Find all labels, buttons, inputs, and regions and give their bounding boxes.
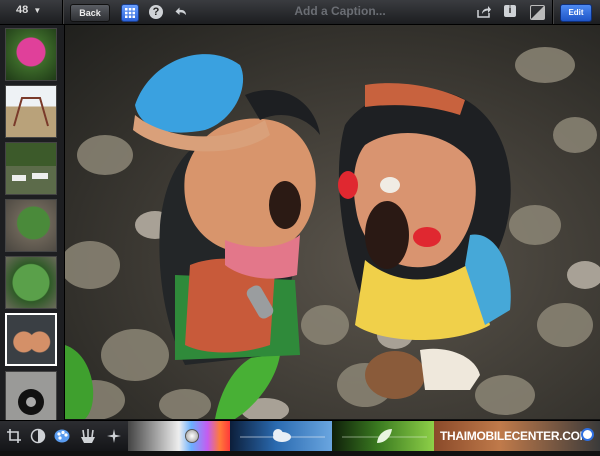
bottom-toolbar: THAIMOBILECENTER.COM <box>0 420 600 451</box>
leaf-icon <box>342 429 427 443</box>
effects-icon[interactable] <box>106 428 122 444</box>
share-icon[interactable] <box>476 4 492 20</box>
photo-count-label: 48 <box>16 4 29 16</box>
caption-field[interactable]: Add a Caption... <box>240 4 440 18</box>
brushes-icon[interactable] <box>80 428 96 444</box>
help-icon[interactable]: ? <box>149 5 163 19</box>
thumbnail-sidebar <box>0 25 65 425</box>
info-icon[interactable]: i <box>504 5 516 17</box>
saturation-slider[interactable] <box>128 421 230 451</box>
exposure-icon[interactable] <box>30 428 46 444</box>
thumbnail-green-plant[interactable] <box>5 199 57 252</box>
slider-thumb[interactable] <box>185 429 199 443</box>
undo-icon[interactable] <box>174 4 190 20</box>
edit-button[interactable]: Edit <box>560 4 592 22</box>
thumbnail-pink-flower[interactable] <box>5 28 57 81</box>
main-photo[interactable] <box>65 25 600 419</box>
thumbnail-wheel-sculpture[interactable] <box>5 371 57 424</box>
chevron-down-icon: ▼ <box>33 6 42 15</box>
color-icon[interactable] <box>54 428 70 444</box>
photo-count-button[interactable]: 48 ▼ <box>16 4 41 16</box>
sky-slider[interactable] <box>230 421 332 451</box>
watermark-text: THAIMOBILECENTER.COM <box>440 429 590 443</box>
divider <box>62 0 63 24</box>
divider <box>552 0 553 24</box>
cloud-icon <box>240 429 325 442</box>
thumbnail-palm-plant[interactable] <box>5 256 57 309</box>
back-button[interactable]: Back <box>70 4 110 22</box>
compare-icon[interactable] <box>530 5 545 20</box>
watermark-logo-icon <box>581 428 594 441</box>
top-toolbar: 48 ▼ Back ? Add a Caption... i Edit <box>0 0 600 25</box>
thumbnail-doll-figurines[interactable] <box>5 313 57 366</box>
foliage-slider[interactable] <box>332 421 434 451</box>
thumbnail-garden-benches[interactable] <box>5 142 57 195</box>
thumbnail-playground-swing[interactable] <box>5 85 57 138</box>
crop-icon[interactable] <box>6 428 22 444</box>
grid-view-icon[interactable] <box>121 4 139 22</box>
doll-figurines-image <box>65 47 600 419</box>
